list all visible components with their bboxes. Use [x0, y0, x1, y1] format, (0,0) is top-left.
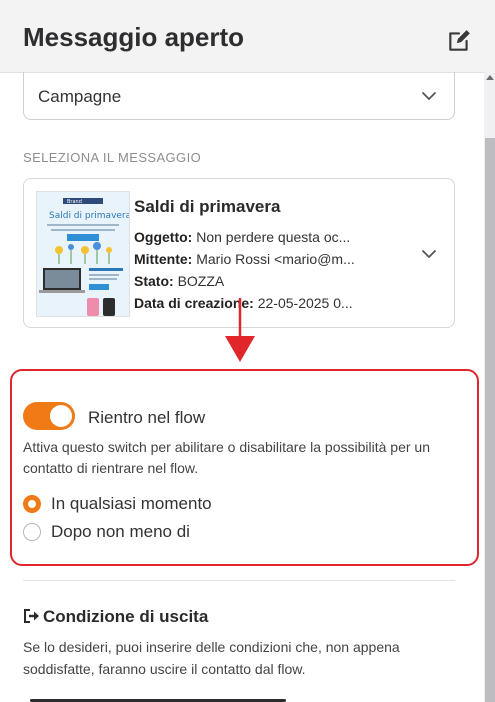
message-created: Data di creazione: 22-05-2025 0...	[134, 295, 353, 311]
edit-pencil-icon[interactable]	[446, 28, 472, 54]
radio-any-time[interactable]	[23, 495, 41, 513]
thumbnail-headline: Saldi di primavera	[49, 211, 129, 221]
radio-after-min-label[interactable]: Dopo non meno di	[51, 522, 190, 542]
thumbnail-brand: Brand	[67, 199, 82, 205]
message-status: Stato: BOZZA	[134, 273, 225, 289]
chevron-down-icon	[422, 92, 436, 101]
message-sender: Mittente: Mario Rossi <mario@m...	[134, 251, 355, 267]
exit-condition-title: Condizione di uscita	[23, 607, 208, 627]
reentry-help-text: Attiva questo switch per abilitare o dis…	[23, 439, 430, 476]
exit-condition-text: Se lo desideri, puoi inserire delle cond…	[23, 639, 400, 677]
message-subject: Oggetto: Non perdere questa oc...	[134, 229, 351, 245]
panel-header: Messaggio aperto	[0, 0, 495, 73]
scrollbar-thumb[interactable]	[485, 138, 495, 702]
section-divider	[23, 580, 455, 581]
email-thumbnail: Brand Saldi di primavera	[36, 191, 130, 317]
reentry-toggle[interactable]	[23, 402, 75, 430]
campaign-select-value: Campagne	[38, 87, 122, 106]
select-message-label: SELEZIONA IL MESSAGGIO	[23, 150, 202, 165]
message-title: Saldi di primavera	[134, 197, 281, 216]
radio-after-min[interactable]	[23, 523, 41, 541]
sign-out-icon	[24, 609, 39, 623]
panel-title: Messaggio aperto	[23, 22, 245, 52]
toggle-knob	[50, 405, 72, 427]
radio-any-time-label[interactable]: In qualsiasi momento	[51, 494, 212, 514]
campaign-select[interactable]: Campagne	[23, 72, 455, 120]
annotation-arrow	[225, 298, 255, 362]
reentry-toggle-label: Rientro nel flow	[88, 408, 206, 427]
chevron-down-icon[interactable]	[420, 245, 438, 263]
scroll-up-arrow-icon[interactable]	[486, 74, 494, 80]
